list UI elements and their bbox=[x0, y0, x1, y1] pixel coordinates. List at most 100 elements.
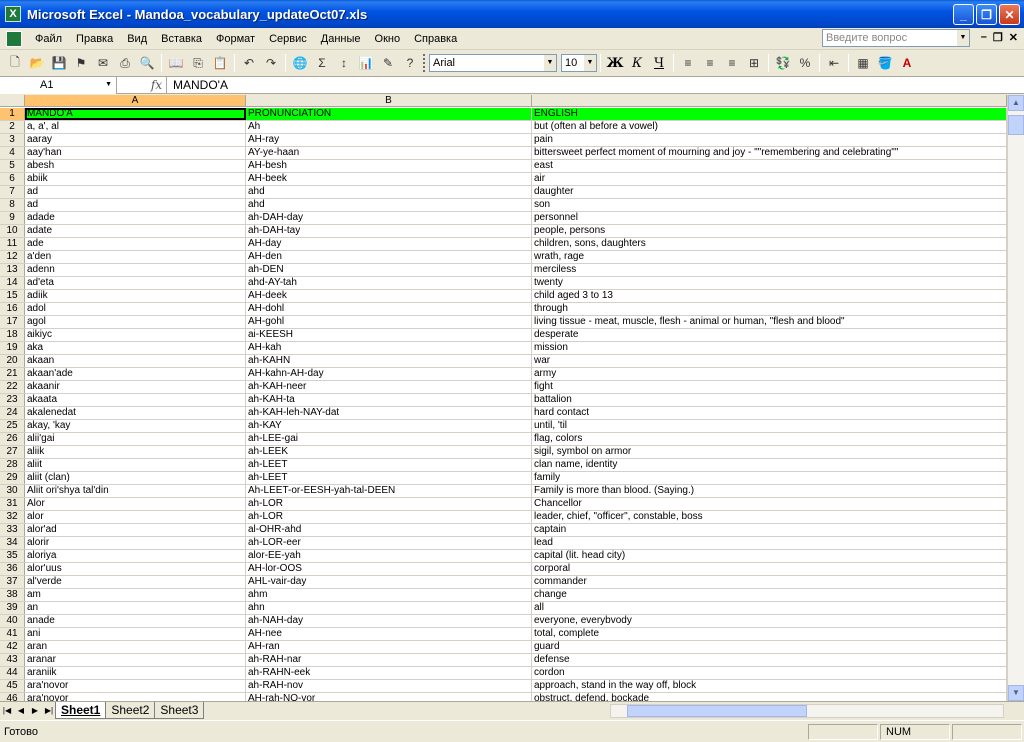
cell-b[interactable]: Ah bbox=[246, 121, 532, 133]
cell-a[interactable]: ani bbox=[25, 628, 246, 640]
paste-icon[interactable]: 📋 bbox=[209, 52, 231, 74]
cell-c[interactable]: approach, stand in the way off, block bbox=[532, 680, 1007, 692]
cell-b[interactable]: alor-EE-yah bbox=[246, 550, 532, 562]
row-number[interactable]: 38 bbox=[0, 589, 25, 601]
cell-b[interactable]: AH-rah-NO-vor bbox=[246, 693, 532, 701]
doc-restore-button[interactable]: ❐ bbox=[993, 31, 1003, 44]
cell-c[interactable]: everyone, everybvody bbox=[532, 615, 1007, 627]
row-number[interactable]: 36 bbox=[0, 563, 25, 575]
align-left-icon[interactable]: ≡ bbox=[677, 52, 699, 74]
cell-a[interactable]: ara'novor bbox=[25, 693, 246, 701]
menu-insert[interactable]: Вставка bbox=[154, 29, 209, 49]
print-preview-icon[interactable]: 🔍 bbox=[136, 52, 158, 74]
spreadsheet-grid[interactable]: A B 1 MANDO'A PRONUNCIATION ENGLISH 2 a, a', … bbox=[0, 95, 1024, 701]
cell-c[interactable]: clan name, identity bbox=[532, 459, 1007, 471]
redo-icon[interactable]: ↷ bbox=[260, 52, 282, 74]
row-number[interactable]: 5 bbox=[0, 160, 25, 172]
row-number[interactable]: 37 bbox=[0, 576, 25, 588]
chart-wizard-icon[interactable]: 📊 bbox=[355, 52, 377, 74]
cell-a[interactable]: a, a', al bbox=[25, 121, 246, 133]
cell-c[interactable]: all bbox=[532, 602, 1007, 614]
cell-c[interactable]: battalion bbox=[532, 394, 1007, 406]
cell-b[interactable]: AH-beek bbox=[246, 173, 532, 185]
row-number[interactable]: 42 bbox=[0, 641, 25, 653]
cell-c[interactable]: guard bbox=[532, 641, 1007, 653]
cell-a[interactable]: alorir bbox=[25, 537, 246, 549]
cell-c[interactable]: cordon bbox=[532, 667, 1007, 679]
cell-b[interactable]: ah-LEE-gai bbox=[246, 433, 532, 445]
column-header-c[interactable] bbox=[532, 95, 1007, 106]
cell-b[interactable]: ah-LEET bbox=[246, 459, 532, 471]
menu-data[interactable]: Данные bbox=[314, 29, 368, 49]
cell-c[interactable]: hard contact bbox=[532, 407, 1007, 419]
cell-b[interactable]: ah-LOR bbox=[246, 498, 532, 510]
sheet-tab-2[interactable]: Sheet2 bbox=[105, 702, 156, 719]
row-number[interactable]: 18 bbox=[0, 329, 25, 341]
sheet-tab-3[interactable]: Sheet3 bbox=[154, 702, 205, 719]
row-number[interactable]: 44 bbox=[0, 667, 25, 679]
cell-a[interactable]: aaray bbox=[25, 134, 246, 146]
cell-a[interactable]: anade bbox=[25, 615, 246, 627]
italic-icon[interactable]: К bbox=[626, 52, 648, 74]
row-number[interactable]: 2 bbox=[0, 121, 25, 133]
cell-a[interactable]: aikiyc bbox=[25, 329, 246, 341]
workbook-icon[interactable] bbox=[6, 30, 22, 47]
font-color-icon[interactable]: A bbox=[896, 52, 918, 74]
cell-a[interactable]: aliik bbox=[25, 446, 246, 458]
cell-b[interactable]: ah-KAHN bbox=[246, 355, 532, 367]
cell-b[interactable]: ah-DEN bbox=[246, 264, 532, 276]
drawing-icon[interactable]: ✎ bbox=[377, 52, 399, 74]
sheet-tab-1[interactable]: Sheet1 bbox=[55, 702, 107, 719]
row-number[interactable]: 22 bbox=[0, 381, 25, 393]
close-button[interactable]: ✕ bbox=[999, 4, 1020, 25]
row-number[interactable]: 16 bbox=[0, 303, 25, 315]
cell-b[interactable]: ah-KAH-ta bbox=[246, 394, 532, 406]
cell-b[interactable]: ahn bbox=[246, 602, 532, 614]
undo-icon[interactable]: ↶ bbox=[238, 52, 260, 74]
scroll-down-icon[interactable]: ▼ bbox=[1008, 685, 1024, 701]
function-icon[interactable]: fx bbox=[117, 76, 167, 94]
bold-icon[interactable]: Ж bbox=[604, 52, 626, 74]
menu-format[interactable]: Формат bbox=[209, 29, 262, 49]
help-search-input[interactable]: Введите вопрос ▼ bbox=[822, 29, 970, 47]
row-number[interactable]: 41 bbox=[0, 628, 25, 640]
cell-b[interactable]: AH-kah bbox=[246, 342, 532, 354]
cell-b[interactable]: AHL-vair-day bbox=[246, 576, 532, 588]
cell-a[interactable]: ara'novor bbox=[25, 680, 246, 692]
chevron-down-icon[interactable]: ▼ bbox=[105, 77, 112, 93]
row-number[interactable]: 10 bbox=[0, 225, 25, 237]
row-number[interactable]: 39 bbox=[0, 602, 25, 614]
cell-a[interactable]: aliit bbox=[25, 459, 246, 471]
cell-a[interactable]: araniik bbox=[25, 667, 246, 679]
cell-b[interactable]: AH-den bbox=[246, 251, 532, 263]
font-size-select[interactable]: 10 ▼ bbox=[561, 54, 597, 72]
cell-a[interactable]: am bbox=[25, 589, 246, 601]
cell-c[interactable]: captain bbox=[532, 524, 1007, 536]
cell-c[interactable]: pain bbox=[532, 134, 1007, 146]
row-number[interactable]: 3 bbox=[0, 134, 25, 146]
cell-b[interactable]: AH-day bbox=[246, 238, 532, 250]
cell-a[interactable]: al'verde bbox=[25, 576, 246, 588]
cell-a[interactable]: abesh bbox=[25, 160, 246, 172]
cell-c[interactable]: sigil, symbol on armor bbox=[532, 446, 1007, 458]
sort-ascending-icon[interactable]: ↕ bbox=[333, 52, 355, 74]
cell-c[interactable]: fight bbox=[532, 381, 1007, 393]
cell-a[interactable]: agol bbox=[25, 316, 246, 328]
cell-c[interactable]: war bbox=[532, 355, 1007, 367]
cell-c[interactable]: wrath, rage bbox=[532, 251, 1007, 263]
row-number[interactable]: 43 bbox=[0, 654, 25, 666]
currency-icon[interactable]: 💱 bbox=[772, 52, 794, 74]
cell-c[interactable]: leader, chief, "officer", constable, bos… bbox=[532, 511, 1007, 523]
cell-a[interactable]: akaan bbox=[25, 355, 246, 367]
select-all-corner[interactable] bbox=[0, 95, 25, 106]
cell-c[interactable]: lead bbox=[532, 537, 1007, 549]
next-sheet-icon[interactable]: ▶ bbox=[28, 706, 42, 715]
cell-a[interactable]: akaata bbox=[25, 394, 246, 406]
row-number[interactable]: 45 bbox=[0, 680, 25, 692]
cell-c[interactable]: but (often al before a vowel) bbox=[532, 121, 1007, 133]
cell-c[interactable]: son bbox=[532, 199, 1007, 211]
cell-b[interactable]: AH-nee bbox=[246, 628, 532, 640]
menu-view[interactable]: Вид bbox=[120, 29, 154, 49]
font-name-select[interactable]: Arial ▼ bbox=[429, 54, 557, 72]
row-number[interactable]: 35 bbox=[0, 550, 25, 562]
